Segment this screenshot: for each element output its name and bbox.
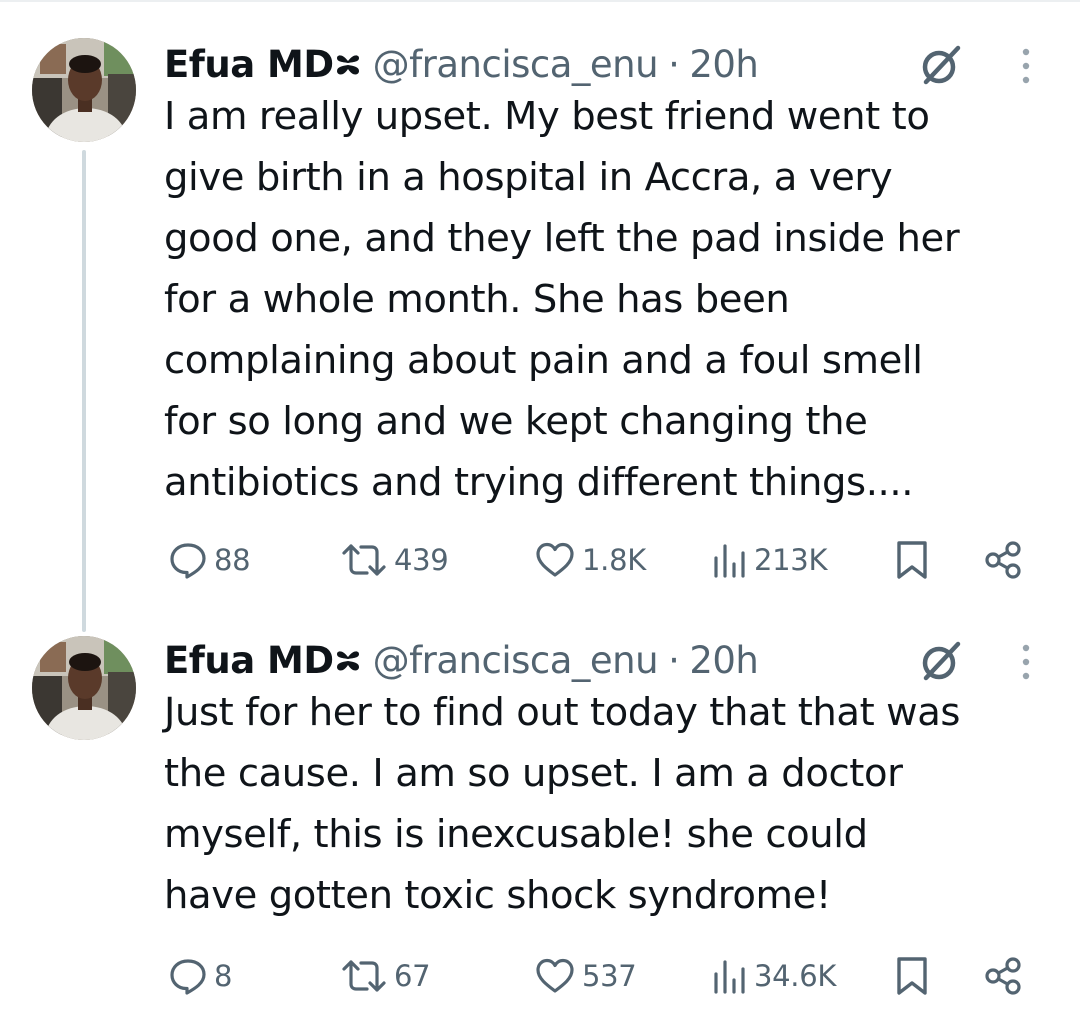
tweet-text-line: myself, this is inexcusable! she could: [164, 812, 868, 857]
reply-button[interactable]: 8: [168, 952, 232, 1000]
tweet-text-line: complaining about pain and a foul smell: [164, 338, 923, 383]
heart-badge-icon: [336, 645, 359, 675]
like-button[interactable]: 537: [534, 952, 637, 1000]
share-button[interactable]: [982, 952, 1024, 1000]
grok-icon[interactable]: [918, 638, 964, 684]
repost-count: 439: [394, 543, 449, 577]
repost-count: 67: [394, 959, 431, 993]
heart-badge-icon: [336, 49, 359, 79]
tweet-text-line: for so long and we kept changing the: [164, 399, 868, 444]
tweet-text: Just for her to find out today that that…: [164, 682, 1064, 926]
tweet-text-line: antibiotics and trying different things.…: [164, 460, 914, 505]
tweet-text-line: for a whole month. She has been: [164, 277, 790, 322]
tweet-text-line: good one, and they left the pad inside h…: [164, 216, 960, 261]
tweet-text-line: have gotten toxic shock syndrome!: [164, 873, 831, 918]
repost-icon: [342, 960, 386, 992]
action-bar: 8 67 537 34.6K: [164, 952, 1044, 1000]
heart-icon: [536, 958, 574, 993]
tweet-text-line: Just for her to find out today that that…: [164, 690, 961, 735]
tweet-text-line: give birth in a hospital in Accra, a ver…: [164, 155, 893, 200]
grok-icon[interactable]: [918, 42, 964, 88]
separator-dot: ·: [668, 638, 680, 682]
bookmark-icon: [897, 541, 927, 579]
author-handle[interactable]: @francisca_enu: [373, 639, 659, 682]
more-options-icon[interactable]: [1014, 640, 1038, 684]
thread-connector-line: [82, 150, 86, 632]
repost-button[interactable]: 67: [340, 952, 431, 1000]
tweet-text: I am really upset. My best friend went t…: [164, 86, 1064, 513]
author-name[interactable]: Efua MD: [164, 43, 334, 86]
share-icon: [985, 957, 1021, 995]
timestamp[interactable]: 20h: [689, 43, 759, 86]
views-button[interactable]: 213K: [712, 536, 827, 584]
top-divider: [0, 0, 1080, 2]
repost-icon: [342, 544, 386, 576]
tweet-header: Efua MD @francisca_enu · 20h: [164, 634, 759, 686]
views-icon: [714, 960, 745, 994]
reply-count: 8: [214, 959, 233, 993]
avatar-image: [32, 636, 136, 740]
reply-icon: [170, 959, 206, 995]
timestamp[interactable]: 20h: [689, 639, 759, 682]
views-icon: [714, 544, 745, 578]
more-options-icon[interactable]: [1014, 44, 1038, 88]
like-count: 537: [582, 959, 637, 993]
separator-dot: ·: [668, 42, 680, 86]
bookmark-icon: [897, 957, 927, 995]
tweet-text-line: I am really upset. My best friend went t…: [164, 94, 930, 139]
action-bar: 88 439 1.8K 213K: [164, 536, 1044, 584]
author-name[interactable]: Efua MD: [164, 639, 334, 682]
heart-icon: [536, 542, 574, 577]
reply-icon: [170, 543, 206, 579]
reply-button[interactable]: 88: [168, 536, 251, 584]
bookmark-button[interactable]: [894, 952, 930, 1000]
like-count: 1.8K: [582, 543, 646, 577]
view-count: 34.6K: [754, 959, 837, 993]
tweet-text-line: the cause. I am so upset. I am a doctor: [164, 751, 903, 796]
avatar[interactable]: [32, 38, 136, 142]
share-button[interactable]: [982, 536, 1024, 584]
bookmark-button[interactable]: [894, 536, 930, 584]
share-icon: [985, 541, 1021, 579]
view-count: 213K: [754, 543, 828, 577]
reply-count: 88: [214, 543, 251, 577]
author-handle[interactable]: @francisca_enu: [373, 43, 659, 86]
tweet-header: Efua MD @francisca_enu · 20h: [164, 38, 759, 90]
views-button[interactable]: 34.6K: [712, 952, 836, 1000]
avatar-image: [32, 38, 136, 142]
avatar[interactable]: [32, 636, 136, 740]
like-button[interactable]: 1.8K: [534, 536, 646, 584]
repost-button[interactable]: 439: [340, 536, 449, 584]
